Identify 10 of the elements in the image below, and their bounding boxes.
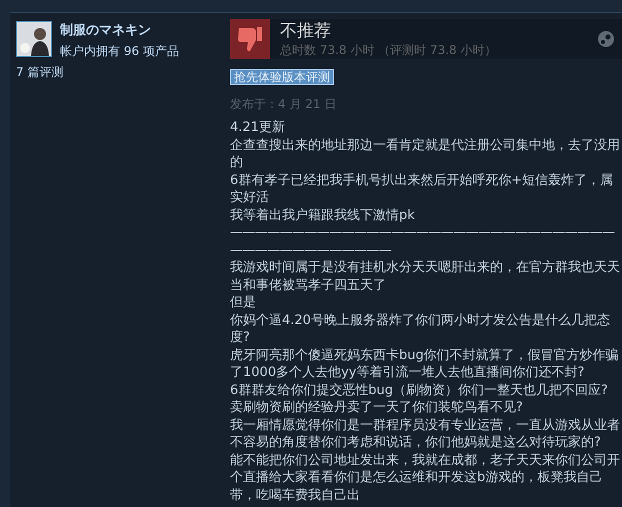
product-count[interactable]: 帐户内拥有 96 项产品 — [60, 43, 179, 60]
review-count[interactable]: 7 篇评测 — [16, 64, 216, 81]
reviewer-name[interactable]: 制服のマネキン — [60, 21, 179, 39]
steam-icon — [598, 31, 614, 47]
verdict-title: 不推荐 — [280, 20, 332, 42]
early-access-badge: 抢先体验版本评测 — [230, 69, 334, 85]
review-text: 4.21更新 企查查搜出来的地址那边一看肯定就是代注册公司集中地，去了没用的 6群有孝子已经把我手机号扒出来然后开始呼死你+短信轰炸了，属实好活 我等着出我户籍跟我线下激情pk ———————————————————————————————————————————— 我游戏时间属于是没有挂机水分天天嗯肝出来的，在官方群我也天天当和事佬被骂孝子四五天了 但是 你妈个逼4.20号晚上服务器炸了你们两小时才发公告是什么几把态度? 虎牙阿亮那个傻逼死妈东西卡bug你们不封就算了，假冒官方炒作骗了1000多个人去他yy等着引流一堆人去他直播间你们还不封? 6群群友给你们提交恶性bug（刷物资）你们一整天也几把不回应? 卖刷物资刷的经验丹卖了一天了你们装鸵鸟看不见? 我一厢情愿觉得你们是一群程序员没有专业运营，一直从游戏从业者不容易的角度替你们考虑和说话，你们他妈就是这么对待玩家的? 能不能把你们公司地址发出来，我就在成都，老子天天来你们公司开个直播给大家看看你们是怎么运维和开发这b游戏的，板凳我自己带，吃喝车费我自己出 — [230, 119, 621, 504]
playtime-text: 总时数 73.8 小时 （评测时 73.8 小时） — [280, 42, 497, 59]
avatar[interactable] — [16, 21, 52, 57]
posted-date: 发布于：4 月 21 日 — [230, 96, 338, 113]
